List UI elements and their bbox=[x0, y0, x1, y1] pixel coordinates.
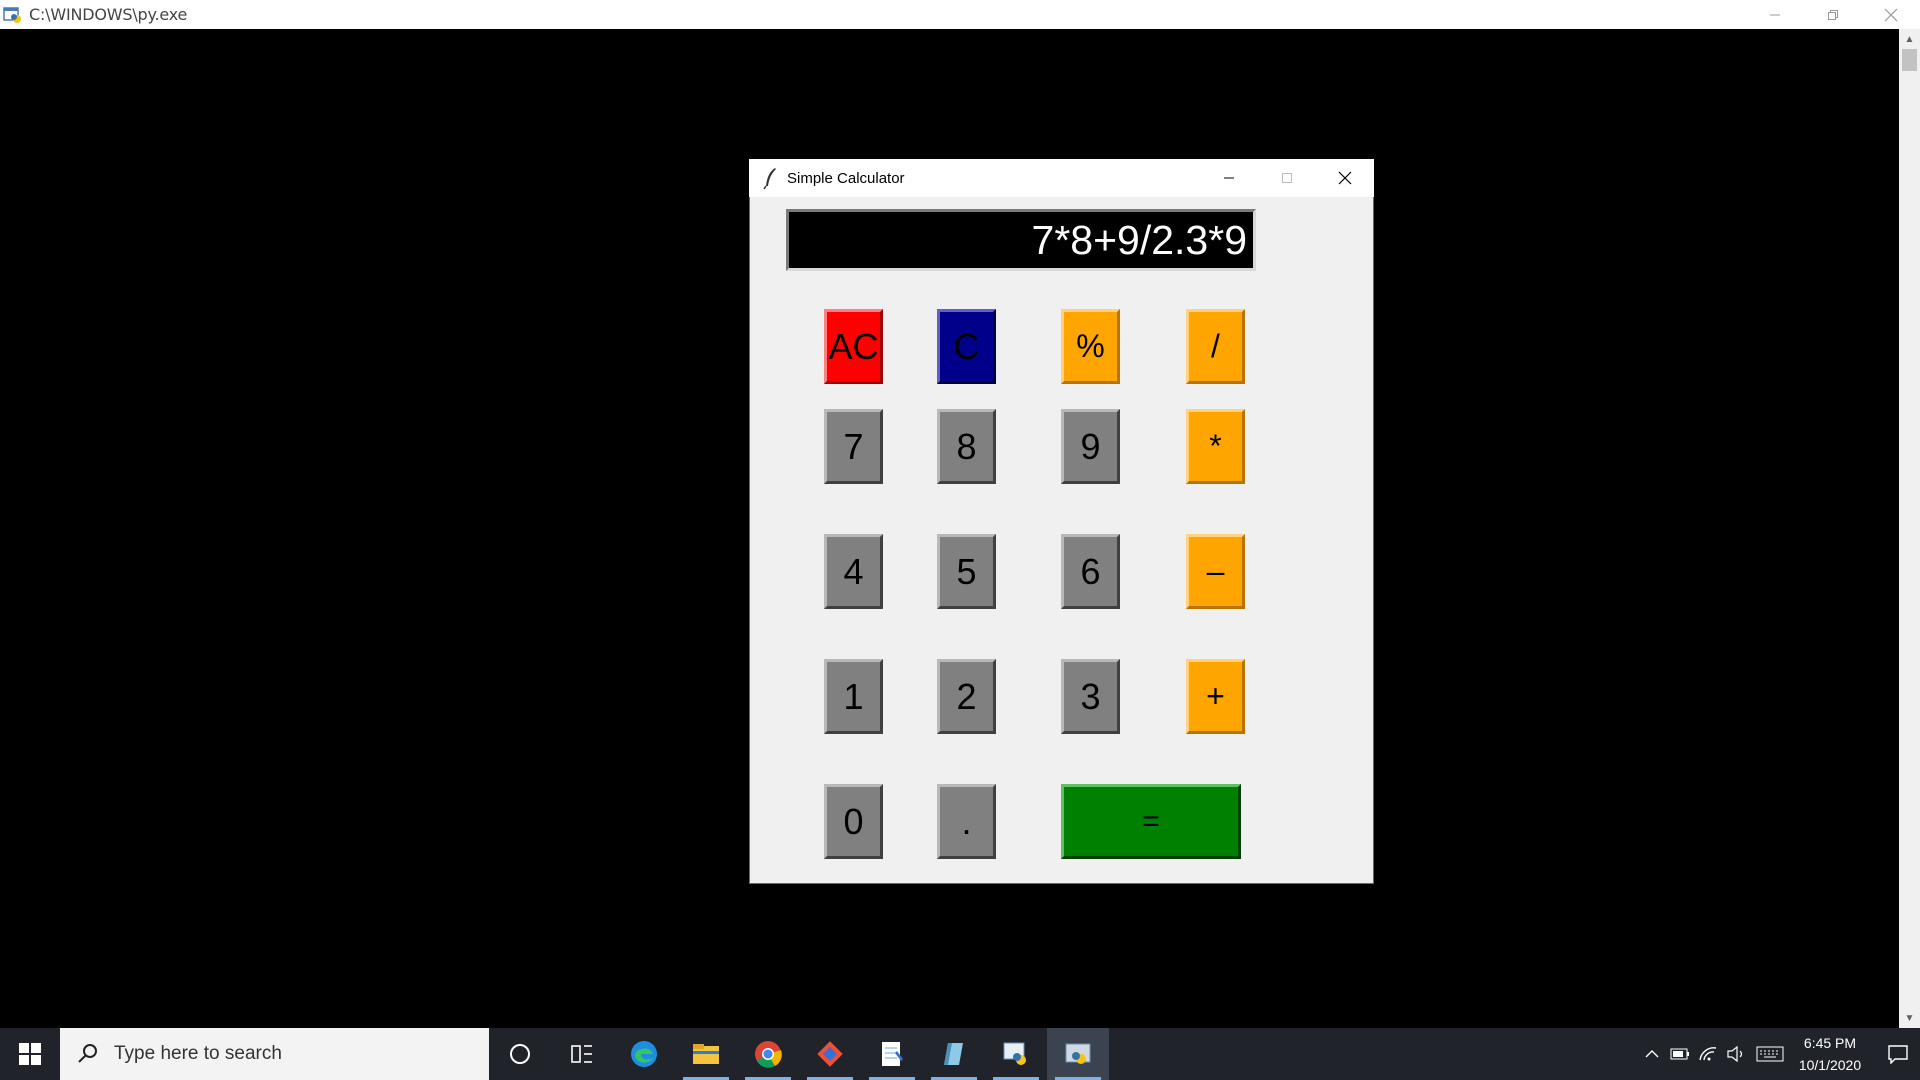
nine-button[interactable]: 9 bbox=[1061, 409, 1120, 484]
plus-button[interactable]: + bbox=[1186, 659, 1245, 734]
console-minimize-button[interactable] bbox=[1746, 0, 1804, 29]
keyboard-icon[interactable] bbox=[1750, 1028, 1790, 1080]
eight-button[interactable]: 8 bbox=[937, 409, 996, 484]
calculator-display[interactable]: 7*8+9/2.3*9 bbox=[786, 209, 1256, 271]
four-button[interactable]: 4 bbox=[824, 534, 883, 609]
clock-date: 10/1/2020 bbox=[1798, 1057, 1862, 1073]
clock-time: 6:45 PM bbox=[1803, 1035, 1857, 1051]
minus-button[interactable]: – bbox=[1186, 534, 1245, 609]
system-tray: 6:45 PM 10/1/2020 bbox=[1638, 1028, 1920, 1080]
battery-icon[interactable] bbox=[1666, 1028, 1694, 1080]
five-button[interactable]: 5 bbox=[937, 534, 996, 609]
calculator-window: Simple Calculator 7*8+9/2.3*9 AC C % / 7… bbox=[749, 159, 1374, 884]
six-button[interactable]: 6 bbox=[1061, 534, 1120, 609]
scroll-down-arrow-icon[interactable]: ▼ bbox=[1899, 1008, 1920, 1028]
dot-button[interactable]: . bbox=[937, 784, 996, 859]
calculator-titlebar: Simple Calculator bbox=[749, 159, 1374, 197]
scroll-up-arrow-icon[interactable]: ▲ bbox=[1899, 29, 1920, 49]
taskbar-search-box[interactable]: Type here to search bbox=[60, 1028, 489, 1080]
console-titlebar: C:\WINDOWS\py.exe bbox=[0, 0, 1920, 29]
c-button[interactable]: C bbox=[937, 309, 996, 384]
console-close-button[interactable] bbox=[1862, 0, 1920, 29]
wifi-icon[interactable] bbox=[1694, 1028, 1722, 1080]
two-button[interactable]: 2 bbox=[937, 659, 996, 734]
edge-icon[interactable] bbox=[613, 1028, 675, 1080]
console-scrollbar[interactable]: ▲ ▼ bbox=[1899, 29, 1920, 1028]
console-title: C:\WINDOWS\py.exe bbox=[29, 5, 188, 24]
python-icon[interactable] bbox=[1047, 1028, 1109, 1080]
chrome-icon[interactable] bbox=[737, 1028, 799, 1080]
calculator-title: Simple Calculator bbox=[787, 169, 905, 187]
equals-button[interactable]: = bbox=[1061, 784, 1241, 859]
app-icon[interactable] bbox=[923, 1028, 985, 1080]
seven-button[interactable]: 7 bbox=[824, 409, 883, 484]
console-restore-button[interactable] bbox=[1804, 0, 1862, 29]
taskbar-clock[interactable]: 6:45 PM 10/1/2020 bbox=[1790, 1032, 1870, 1076]
notification-center-icon[interactable] bbox=[1876, 1028, 1920, 1080]
three-button[interactable]: 3 bbox=[1061, 659, 1120, 734]
ac-button[interactable]: AC bbox=[824, 309, 883, 384]
search-icon bbox=[78, 1044, 97, 1063]
divide-button[interactable]: / bbox=[1186, 309, 1245, 384]
file-explorer-icon[interactable] bbox=[675, 1028, 737, 1080]
multiply-button[interactable]: * bbox=[1186, 409, 1245, 484]
display-expression: 7*8+9/2.3*9 bbox=[1031, 216, 1247, 263]
calculator-minimize-button[interactable] bbox=[1200, 159, 1258, 197]
volume-icon[interactable] bbox=[1722, 1028, 1750, 1080]
chevron-up-icon[interactable] bbox=[1638, 1028, 1666, 1080]
task-view-icon[interactable] bbox=[551, 1028, 613, 1080]
cortana-icon[interactable] bbox=[489, 1028, 551, 1080]
scroll-thumb[interactable] bbox=[1902, 49, 1917, 71]
calculator-close-button[interactable] bbox=[1316, 159, 1374, 197]
calculator-maximize-button bbox=[1258, 159, 1316, 197]
tk-feather-icon bbox=[761, 166, 781, 190]
taskbar: Type here to search 6:45 PM 10/1/2020 bbox=[0, 1028, 1920, 1080]
notepad-icon[interactable] bbox=[861, 1028, 923, 1080]
one-button[interactable]: 1 bbox=[824, 659, 883, 734]
search-placeholder: Type here to search bbox=[114, 1043, 282, 1064]
zero-button[interactable]: 0 bbox=[824, 784, 883, 859]
start-button[interactable] bbox=[0, 1028, 60, 1080]
git-icon[interactable] bbox=[799, 1028, 861, 1080]
python-launcher-icon[interactable] bbox=[985, 1028, 1047, 1080]
percent-button[interactable]: % bbox=[1061, 309, 1120, 384]
python-console-icon bbox=[3, 6, 23, 24]
windows-logo-icon bbox=[19, 1043, 41, 1065]
